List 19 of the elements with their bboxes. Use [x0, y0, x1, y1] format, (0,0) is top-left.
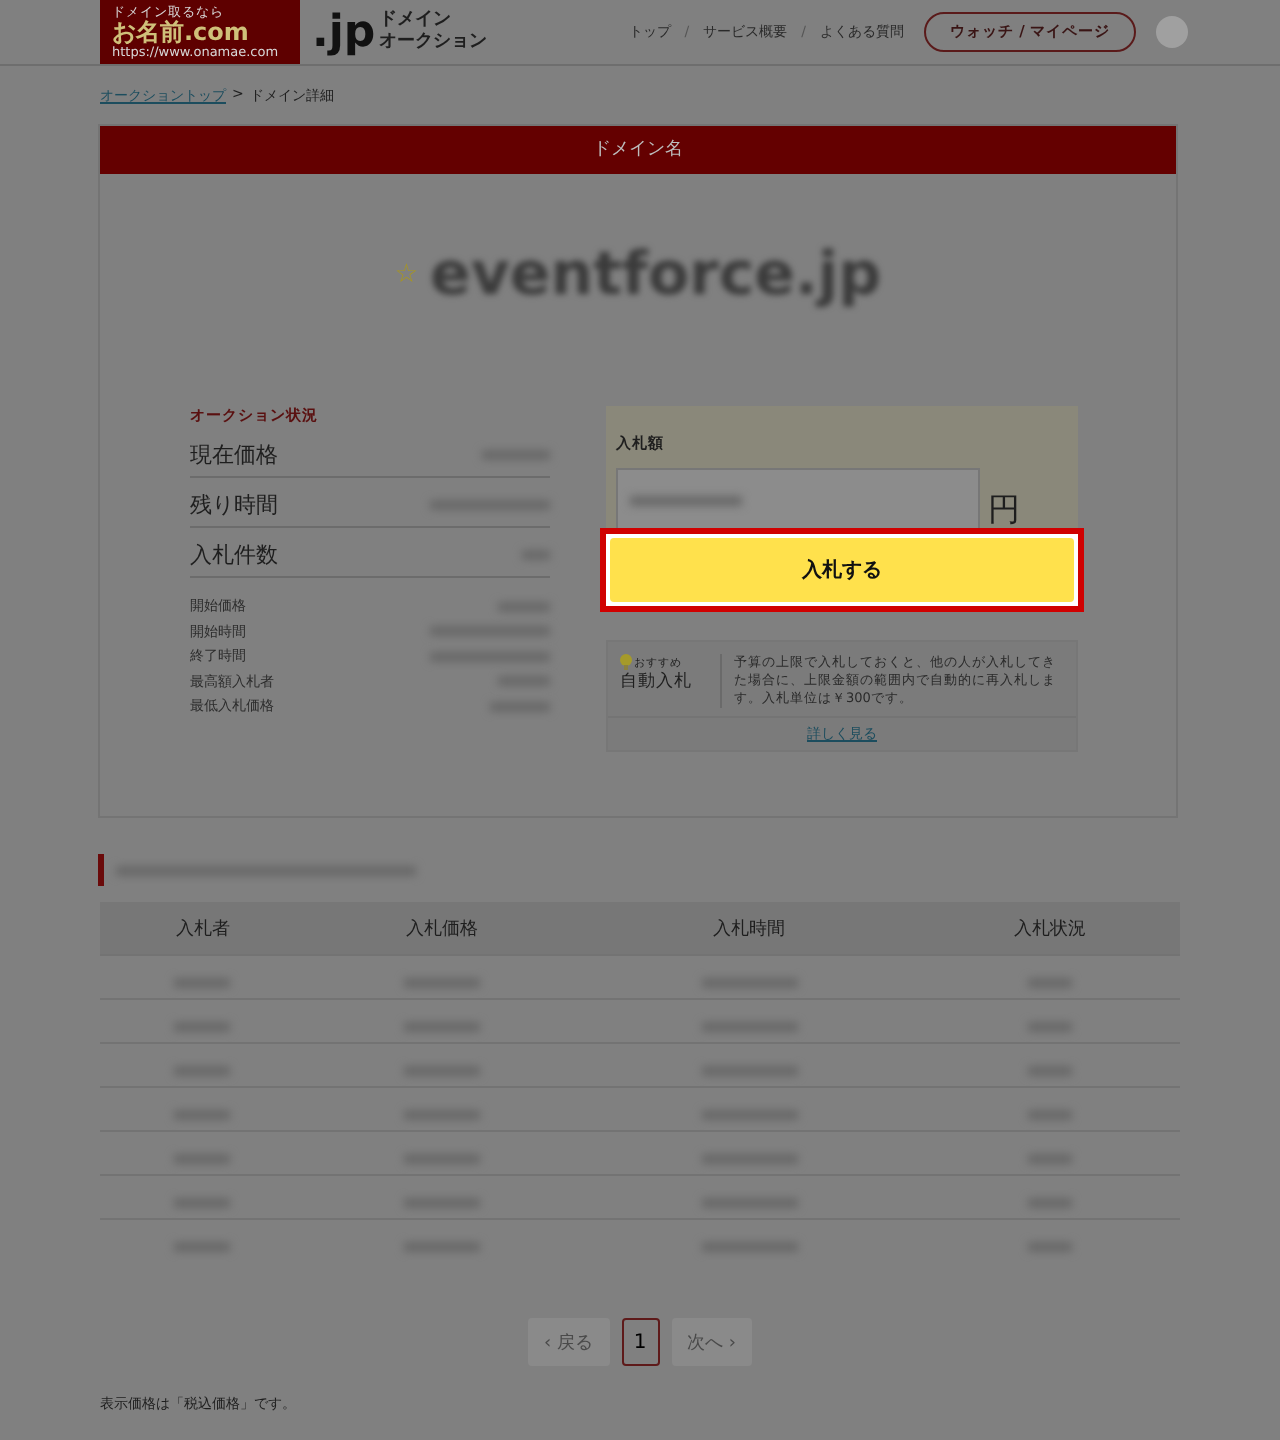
card-title: ドメイン名 [100, 126, 1176, 174]
column-header: 入札時間 [578, 902, 921, 955]
auto-bid-title: 自動入札 [620, 670, 694, 694]
brand-mark: .jp [312, 7, 376, 57]
logo-name: お名前.com [112, 19, 249, 45]
column-header: 入札状況 [920, 902, 1180, 955]
bid-button[interactable]: 入札する [610, 538, 1074, 602]
bulb-icon [620, 654, 632, 670]
status-label: 現在価格 [190, 439, 278, 469]
avatar-icon[interactable] [1156, 16, 1188, 48]
bid-amount-field[interactable] [616, 468, 980, 532]
status-label: 残り時間 [190, 489, 278, 519]
brand-name: ドメイン オークション [379, 10, 488, 54]
page-number[interactable]: 1 [621, 1318, 659, 1366]
status-label: 入札件数 [190, 539, 278, 569]
column-header: 入札価格 [305, 902, 579, 955]
column-header: 入札者 [100, 902, 306, 955]
domain-name: eventforce.jp [429, 239, 882, 309]
yen-unit: 円 [988, 490, 1020, 532]
